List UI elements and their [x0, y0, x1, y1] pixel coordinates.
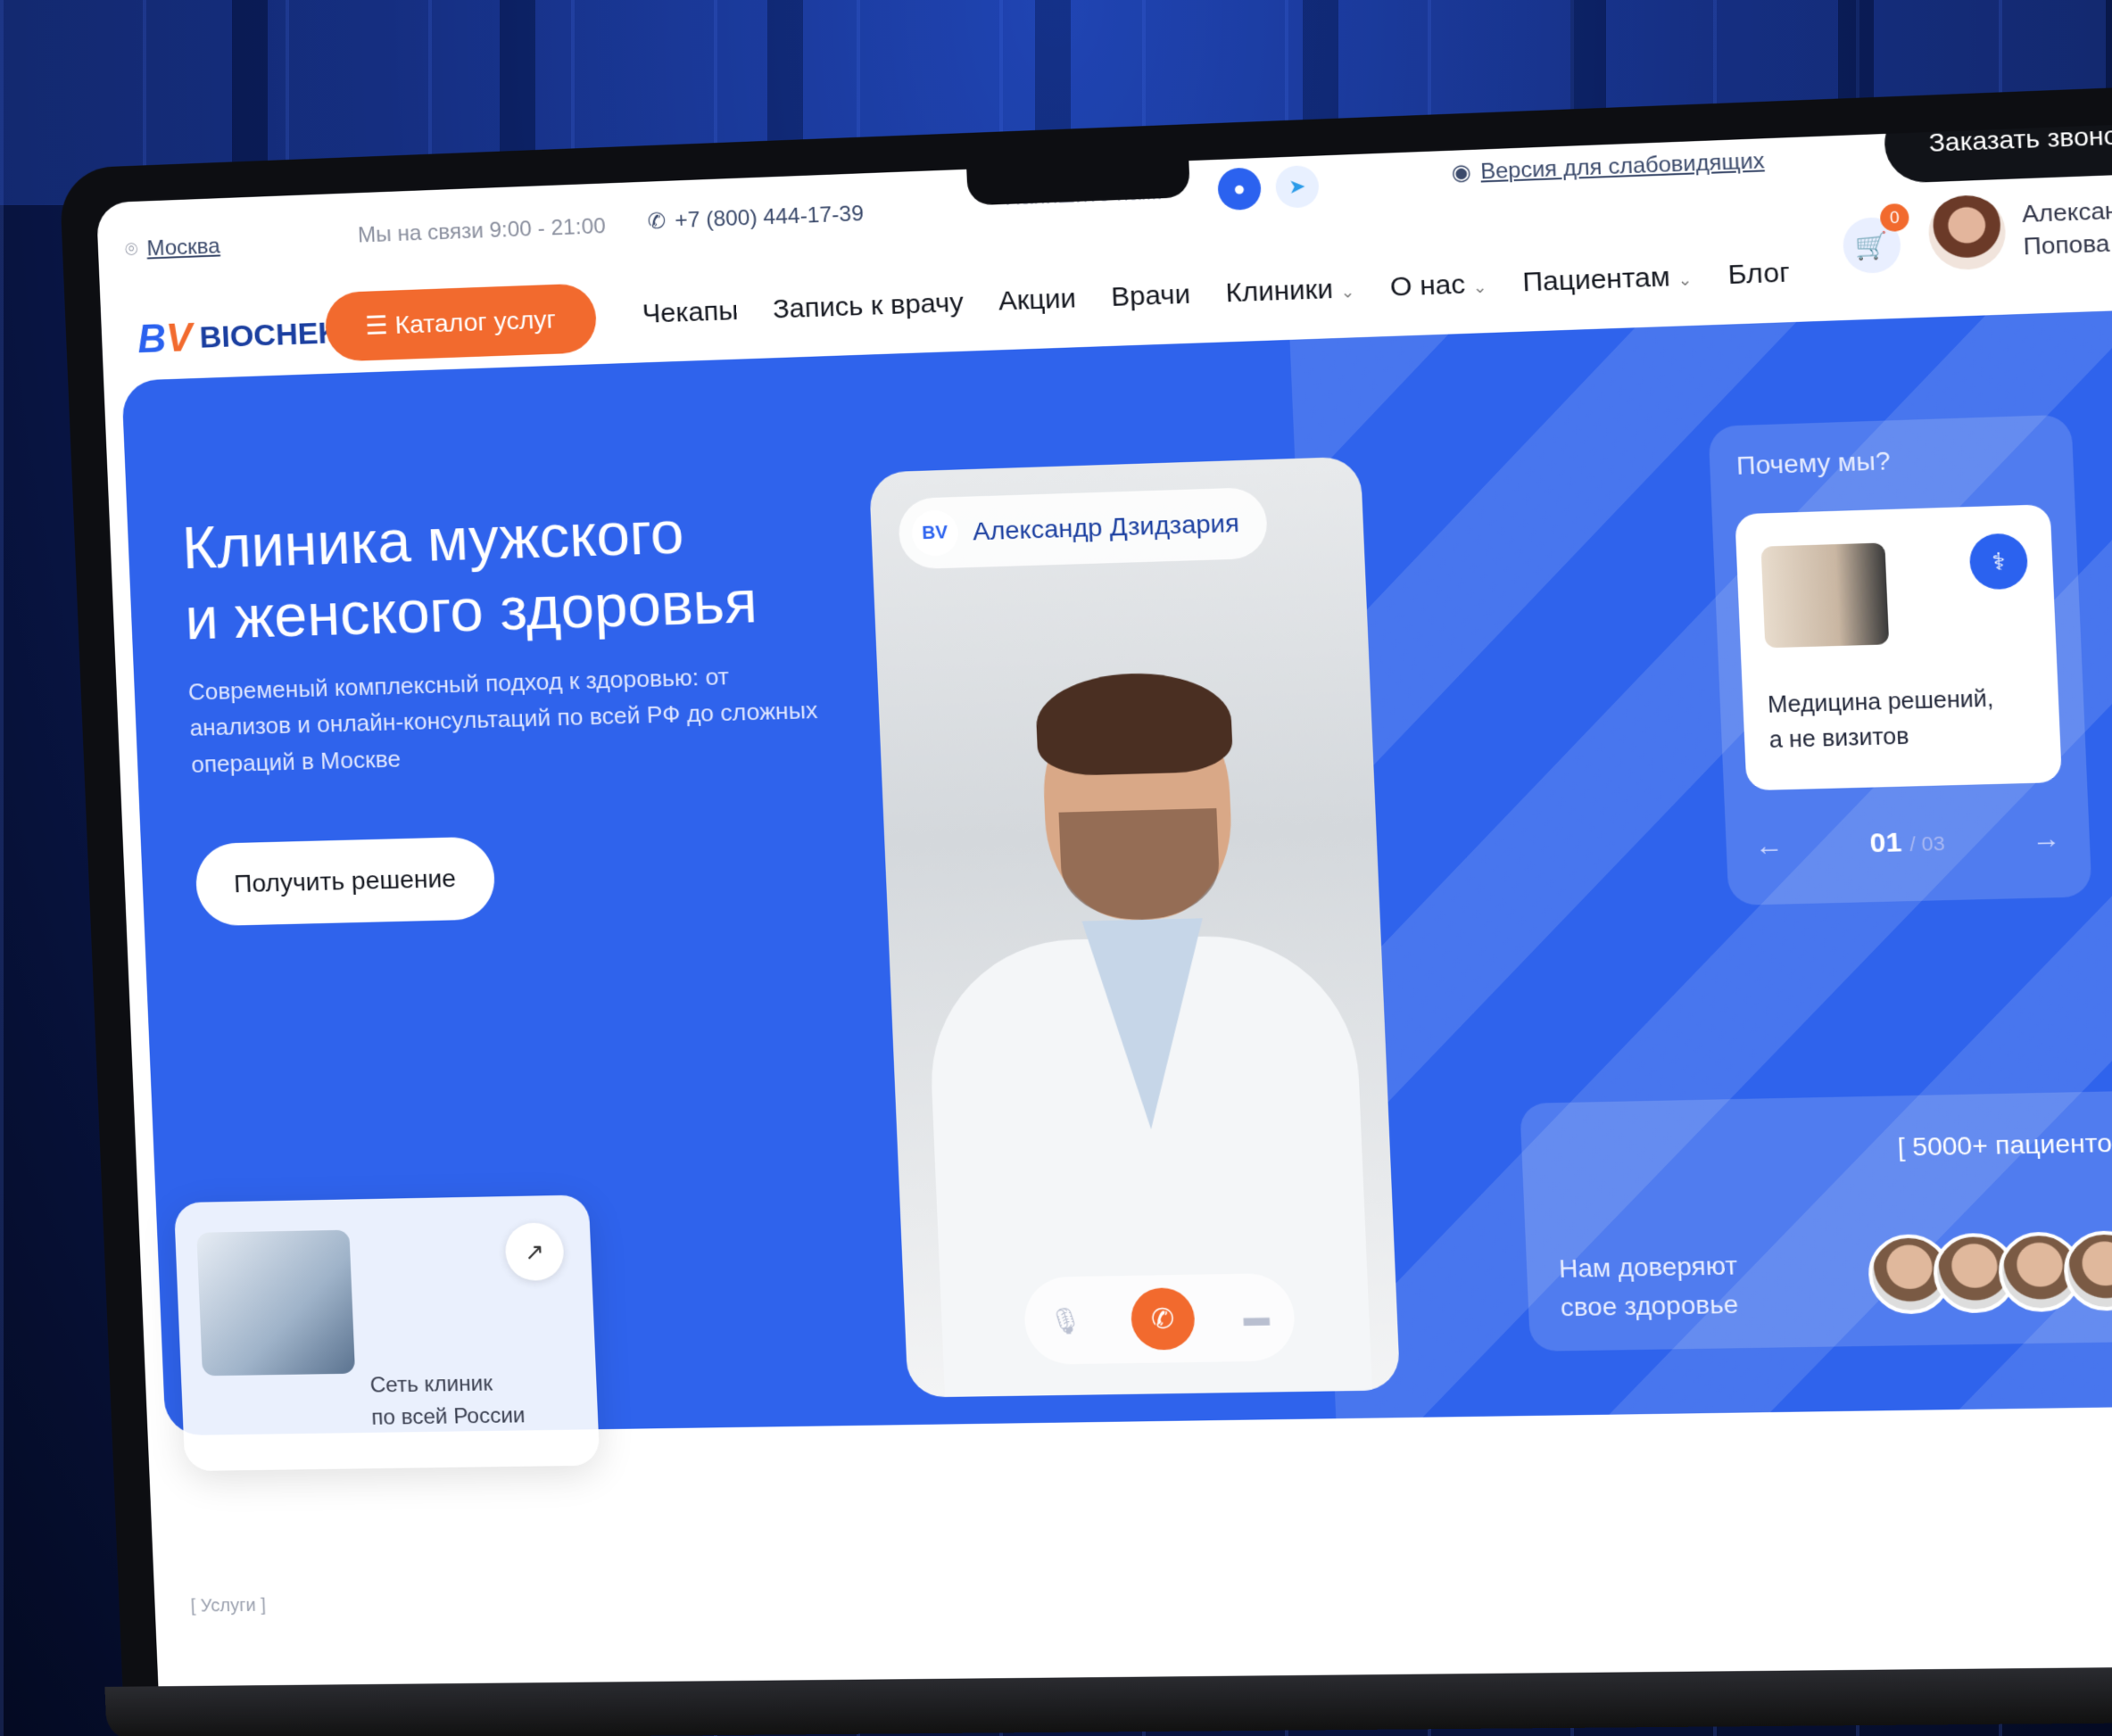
website-screen: ⌾ Москва Мы на связи 9:00 - 21:00 ✆ +7 (…: [95, 122, 2112, 1687]
avatar: [1926, 194, 2008, 271]
trust-line2: свое здоровье: [1560, 1290, 1739, 1322]
nav-item-appointment[interactable]: Запись к врачу: [772, 287, 964, 325]
network-line1: Сеть клиник: [369, 1371, 493, 1398]
slider-controls: ← 01 / 03 →: [1754, 823, 2061, 863]
hero-title-line2: и женского здоровья: [183, 567, 758, 652]
trust-line1: Нам доверяют: [1558, 1251, 1738, 1284]
user-first-name: Александрина: [2021, 194, 2112, 228]
cart-button[interactable]: 🛒 0: [1842, 203, 1910, 275]
camera-notch: [965, 124, 1191, 206]
messenger-links: ● ➤: [1217, 164, 1320, 211]
doctor-name: Александр Дзидзария: [972, 508, 1240, 546]
nav-item-clinics[interactable]: Клиники ⌄: [1225, 273, 1355, 309]
doctor-video-card: BV Александр Дзидзария 🎙 ✆ ▬: [868, 456, 1401, 1398]
trust-text: Нам доверяют свое здоровье: [1558, 1246, 1740, 1327]
logo[interactable]: BV BIOCHEK: [137, 310, 341, 362]
order-call-button[interactable]: Заказать звонок: [1883, 122, 2112, 184]
max-messenger-icon[interactable]: ●: [1217, 167, 1263, 211]
doctor-hair: [1034, 671, 1234, 777]
nav-links: Чекапы Запись к врачу Акции Врачи Клиник…: [642, 258, 1790, 330]
phone-link[interactable]: ✆ +7 (800) 444-17-39: [647, 201, 864, 236]
camera-icon[interactable]: ▬: [1243, 1302, 1271, 1332]
eye-icon: ◉: [1451, 160, 1472, 186]
catalog-label: Каталог услуг: [393, 305, 557, 339]
microphone-icon[interactable]: 🎙: [1048, 1305, 1082, 1335]
slide-counter: 01 / 03: [1869, 826, 1946, 859]
user-name: Александрина Попова: [2021, 192, 2112, 263]
why-slide-line1: Медицина решений,: [1767, 685, 1994, 718]
clinic-network-text: Сеть клиник по всей России: [369, 1368, 526, 1434]
hero-subtitle: Современый комплексный подход к здоровью…: [187, 662, 818, 778]
phone-icon: ✆: [647, 209, 667, 235]
nav-item-doctors[interactable]: Врачи: [1111, 279, 1191, 313]
call-controls: 🎙 ✆ ▬: [1023, 1272, 1296, 1365]
nav-item-blog[interactable]: Блог: [1727, 258, 1791, 292]
menu-lines-icon: ☰: [364, 310, 396, 341]
clinic-interior-image: [196, 1229, 356, 1376]
user-last-name: Попова: [2022, 228, 2110, 260]
hero-title: Клиника мужского и женского здоровья: [181, 494, 758, 655]
patients-count: [ 5000+ пациентов ]: [1896, 1128, 2112, 1161]
cart-badge: 0: [1879, 203, 1910, 233]
phone-hangup-icon: ✆: [1150, 1303, 1175, 1335]
chevron-down-icon: ⌄: [1677, 270, 1693, 290]
arrow-left-icon[interactable]: ←: [1754, 831, 1784, 863]
arrow-up-right-icon[interactable]: ↗: [504, 1222, 565, 1282]
nav-item-checkups[interactable]: Чекапы: [642, 296, 739, 330]
why-us-slide-text: Медицина решений, а не визитов: [1767, 682, 1995, 758]
working-hours: Мы на связи 9:00 - 21:00: [357, 213, 607, 248]
why-us-card: Почему мы? ⚕ Медицина решений, а не визи…: [1708, 414, 2092, 906]
chevron-down-icon: ⌄: [1339, 282, 1355, 302]
trust-card: [ 5000+ пациентов ] Нам доверяют свое зд…: [1520, 1090, 2112, 1352]
laptop: ⌾ Москва Мы на связи 9:00 - 21:00 ✆ +7 (…: [36, 0, 2112, 1736]
clinic-network-card[interactable]: ↗ Сеть клиник по всей России: [173, 1195, 600, 1472]
nav-item-about[interactable]: О нас ⌄: [1389, 269, 1487, 303]
city-selector[interactable]: ⌾ Москва: [124, 234, 220, 262]
catalog-button[interactable]: ☰ Каталог услуг: [324, 283, 598, 362]
nav-item-patients[interactable]: Пациентам ⌄: [1522, 261, 1693, 299]
nav-item-about-label: О нас: [1389, 269, 1466, 302]
accessibility-link[interactable]: ◉ Версия для слабовидящих: [1451, 148, 1765, 186]
user-menu[interactable]: Александрина Попова ⌄: [1926, 186, 2112, 271]
hero-title-line1: Клиника мужского: [180, 498, 685, 582]
nav-item-patients-label: Пациентам: [1521, 261, 1671, 298]
hang-up-button[interactable]: ✆: [1130, 1287, 1196, 1351]
doctor-name-tag: BV Александр Дзидзария: [897, 486, 1269, 570]
basket-icon: 🛒: [1854, 230, 1890, 260]
chevron-down-icon: ⌄: [1472, 277, 1487, 297]
slide-current: 01: [1868, 827, 1903, 859]
why-slide-line2: а не визитов: [1768, 723, 1910, 753]
network-line2: по всей России: [370, 1403, 526, 1430]
doctor-beard: [1058, 808, 1222, 922]
phone-number: +7 (800) 444-17-39: [674, 201, 865, 233]
consultation-image: [1760, 542, 1890, 649]
patient-avatars: [1867, 1229, 2112, 1315]
why-us-title: Почему мы?: [1735, 446, 1892, 481]
why-us-slide: ⚕ Медицина решений, а не визитов: [1735, 504, 2063, 791]
stethoscope-icon: ⚕: [1968, 533, 2029, 591]
clinic-logo-icon: BV: [910, 509, 959, 557]
city-label: Москва: [145, 234, 221, 261]
nav-item-clinics-label: Клиники: [1224, 274, 1334, 309]
telegram-icon[interactable]: ➤: [1274, 164, 1320, 209]
nav-item-promotions[interactable]: Акции: [998, 284, 1076, 318]
logo-text: BIOCHEK: [198, 315, 342, 355]
location-pin-icon: ⌾: [124, 236, 139, 262]
logo-mark-icon: BV: [137, 315, 194, 362]
slide-total: / 03: [1909, 831, 1946, 856]
accessibility-label: Версия для слабовидящих: [1479, 148, 1765, 185]
services-label: [ Услуги ]: [190, 1595, 267, 1616]
get-solution-button[interactable]: Получить решение: [195, 836, 496, 927]
arrow-right-icon[interactable]: →: [2031, 823, 2061, 856]
